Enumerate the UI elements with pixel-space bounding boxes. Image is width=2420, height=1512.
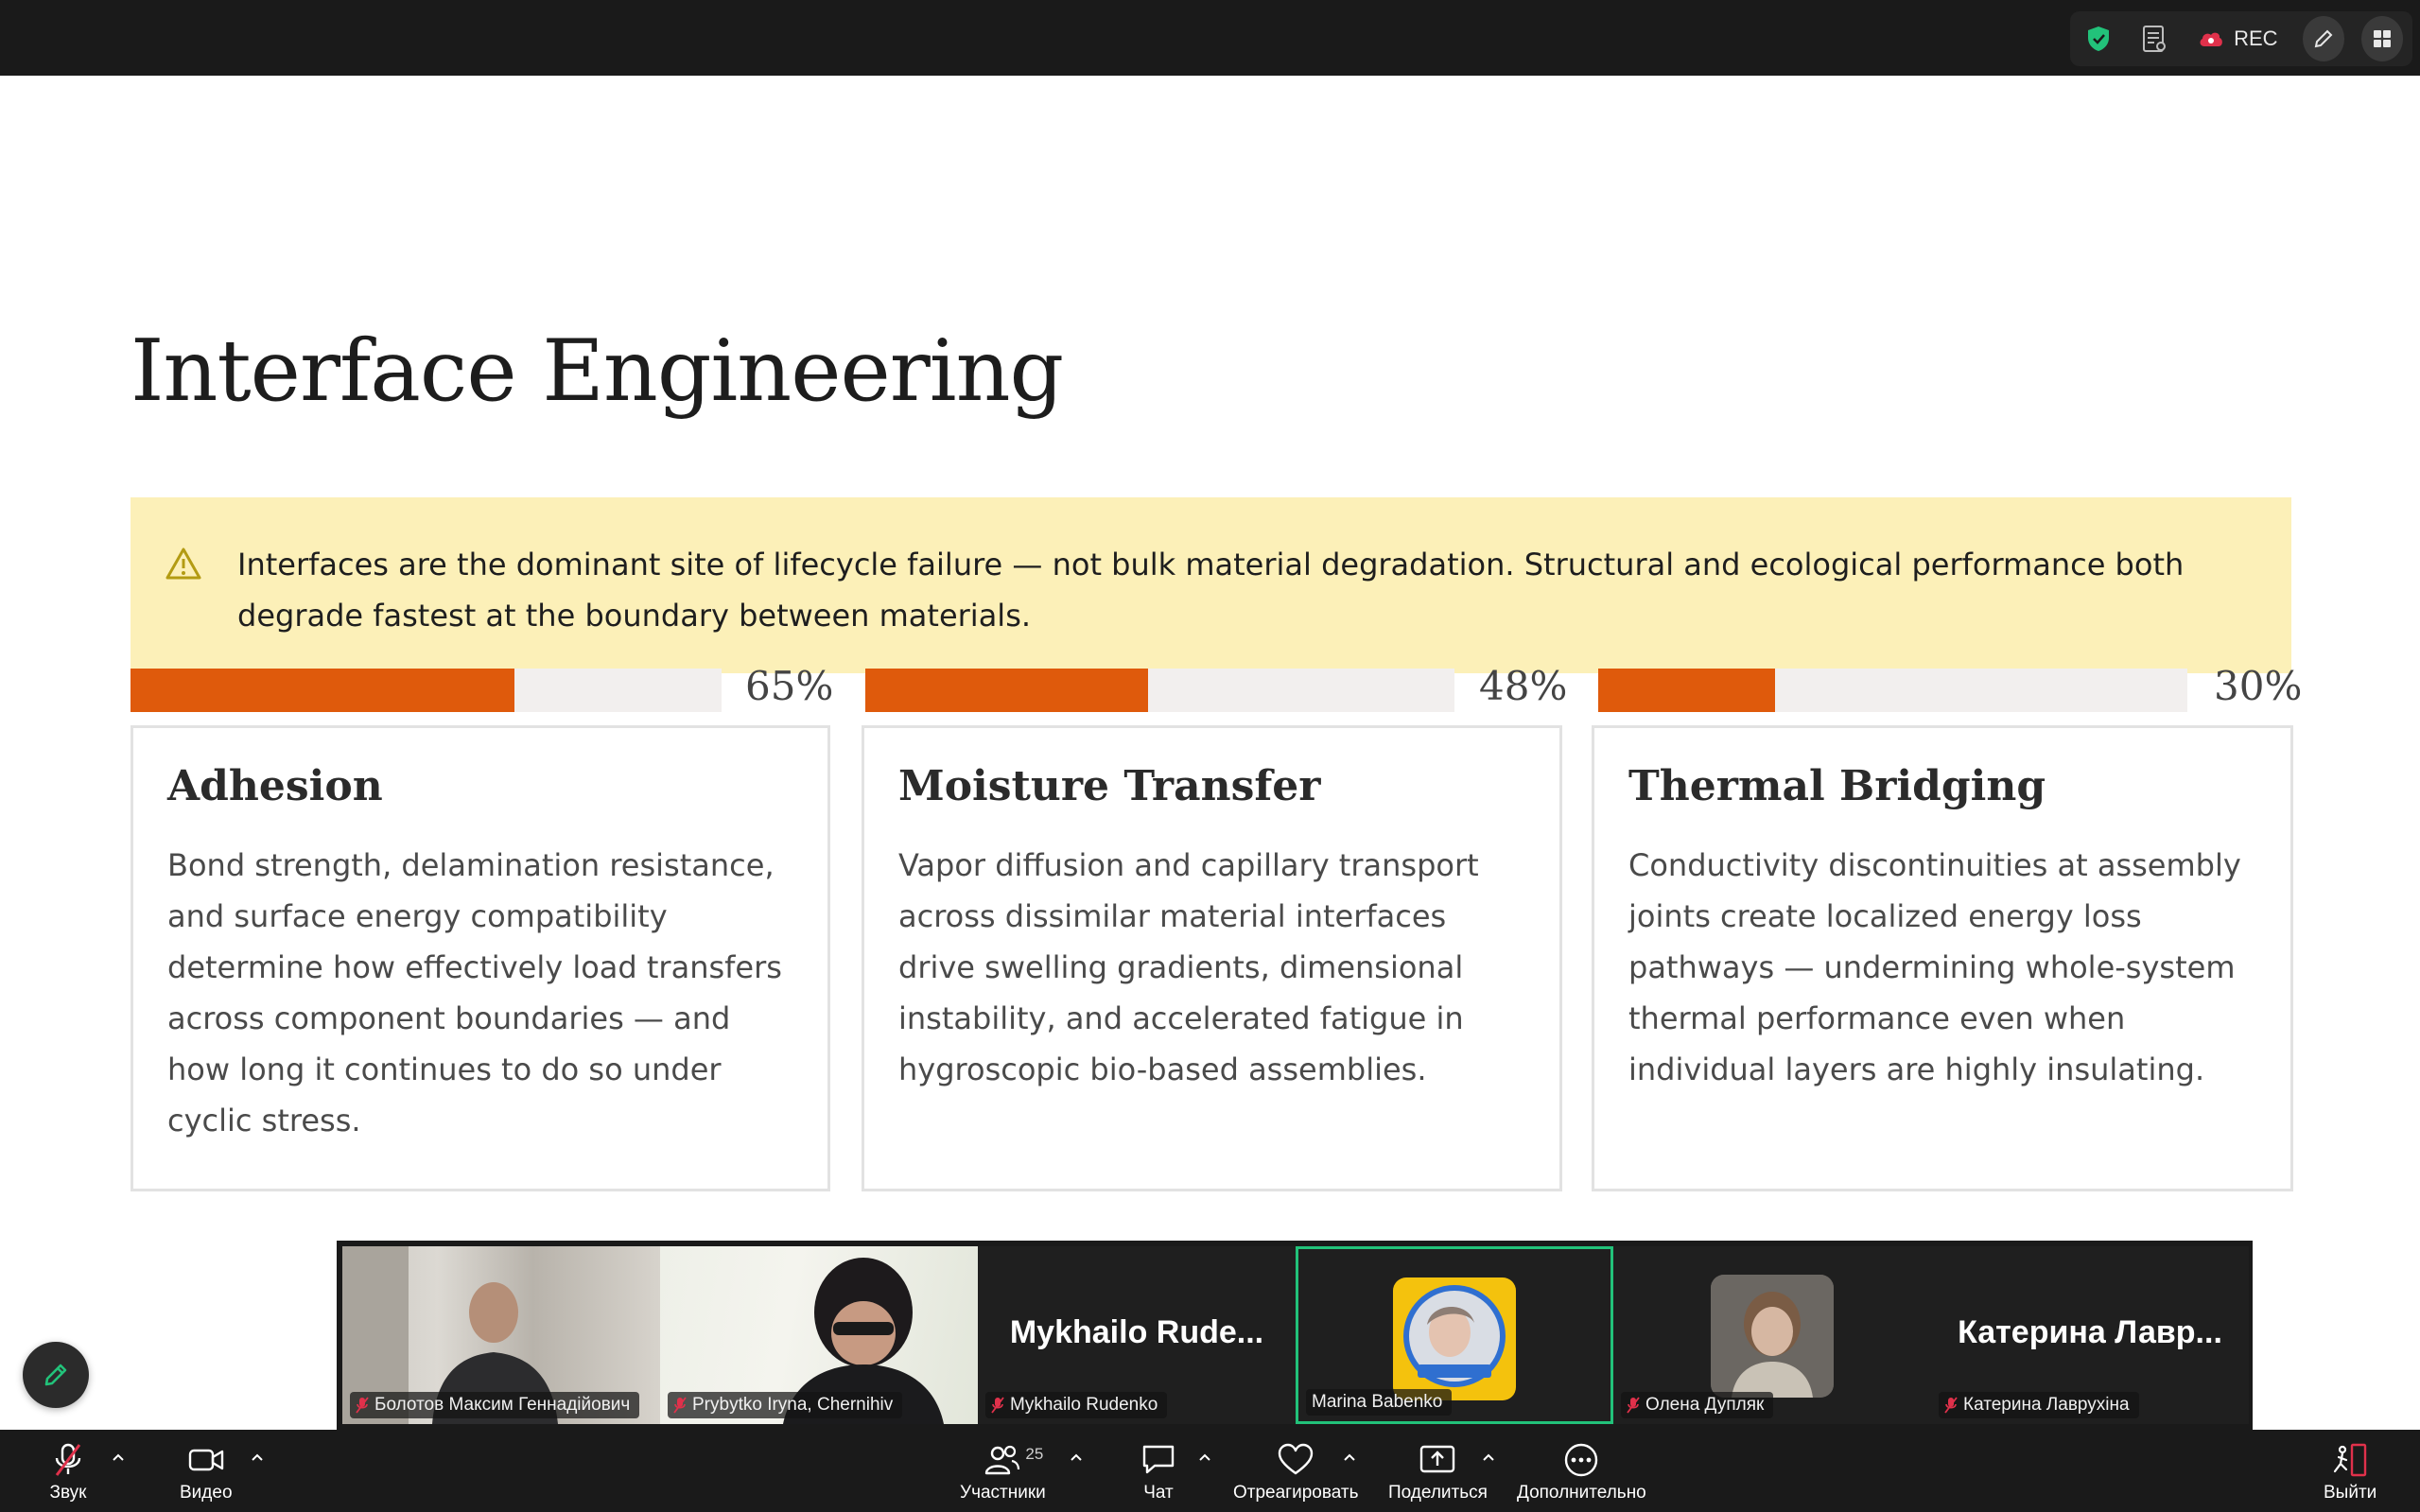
exit-door-icon (2334, 1443, 2367, 1477)
avatar (1711, 1275, 1834, 1398)
pencil-icon (44, 1364, 67, 1386)
card-moisture-transfer: Moisture Transfer Vapor diffusion and ca… (862, 725, 1562, 1191)
card-title: Adhesion (167, 762, 383, 810)
mic-muted-icon (55, 1443, 81, 1476)
participant-strip: Болотов Максим Геннадійович Prybytko Iry… (337, 1241, 2253, 1430)
name-tag: Олена Дупляк (1621, 1392, 1774, 1418)
leave-label: Выйти (2324, 1483, 2377, 1503)
chevron-up-icon[interactable] (251, 1451, 264, 1464)
card-adhesion: Adhesion Bond strength, delamination res… (131, 725, 830, 1191)
participant-name: Prybytko Iryna, Chernihiv (692, 1395, 894, 1415)
name-tag: Marina Babenko (1306, 1389, 1453, 1416)
more-button[interactable]: Дополнительно (1517, 1443, 1646, 1503)
progress-percent: 48% (1479, 663, 1568, 709)
share-label: Поделиться (1388, 1483, 1488, 1503)
participant-tile[interactable]: Болотов Максим Геннадійович (342, 1246, 660, 1424)
card-text: Vapor diffusion and capillary transport … (898, 847, 1479, 1087)
progress-track (865, 669, 1454, 712)
meeting-toolbar: Звук Видео 25 Участники Чат Отреагироват… (0, 1430, 2420, 1512)
audio-button[interactable]: Звук (49, 1443, 87, 1503)
share-screen-icon (1420, 1445, 1455, 1473)
meeting-top-bar: REC (0, 0, 2420, 76)
summary-icon[interactable] (2135, 18, 2174, 60)
participant-name: Катерина Лаврухіна (1963, 1395, 2130, 1415)
slide-title: Interface Engineering (131, 322, 1064, 421)
card-text: Conductivity discontinuities at assembly… (1628, 847, 2241, 1087)
participant-name: Олена Дупляк (1645, 1395, 1765, 1415)
leave-button[interactable]: Выйти (2324, 1443, 2376, 1503)
audio-label: Звук (49, 1483, 87, 1503)
heart-icon (1279, 1443, 1314, 1475)
apps-button[interactable] (2360, 16, 2404, 61)
participant-tile[interactable]: Prybytko Iryna, Chernihiv (660, 1246, 978, 1424)
participant-tile-active-speaker[interactable]: Marina Babenko (1296, 1246, 1613, 1424)
warning-callout: Interfaces are the dominant site of life… (131, 497, 2291, 673)
progress-bar-thermal: 30% (1598, 663, 2302, 712)
chevron-up-icon[interactable] (1343, 1451, 1356, 1464)
video-label: Видео (180, 1483, 233, 1503)
progress-bar-adhesion: 65% (131, 663, 833, 712)
floating-annotate-button[interactable] (23, 1342, 89, 1408)
name-tag: Катерина Лаврухіна (1939, 1392, 2139, 1418)
participant-name: Marina Babenko (1312, 1392, 1443, 1412)
avatar (1393, 1277, 1516, 1400)
react-button[interactable]: Отреагировать (1233, 1443, 1359, 1503)
rec-label: REC (2234, 26, 2278, 50)
progress-percent: 65% (745, 663, 834, 709)
mic-muted-icon (991, 1397, 1004, 1414)
participant-display-name: Катерина Лавр... (1958, 1314, 2222, 1350)
share-button[interactable]: Поделиться (1388, 1443, 1488, 1503)
mic-muted-icon (356, 1397, 369, 1414)
progress-bar-moisture: 48% (865, 663, 1567, 712)
participant-tile[interactable]: Mykhailo Rude... Mykhailo Rudenko (978, 1246, 1296, 1424)
chevron-up-icon[interactable] (1198, 1451, 1211, 1464)
participant-name: Mykhailo Rudenko (1010, 1395, 1158, 1415)
chevron-up-icon[interactable] (112, 1451, 125, 1464)
video-button[interactable]: Видео (180, 1443, 233, 1503)
participant-tile[interactable]: Катерина Лавр... Катерина Лаврухіна (1931, 1246, 2249, 1424)
warning-icon (165, 547, 201, 580)
top-controls: REC (2070, 11, 2412, 66)
chevron-up-icon[interactable] (1070, 1451, 1083, 1464)
react-label: Отреагировать (1233, 1483, 1359, 1503)
mic-muted-icon (673, 1397, 687, 1414)
card-title: Moisture Transfer (898, 762, 1321, 810)
more-dots-icon (1565, 1443, 1598, 1477)
name-tag: Болотов Максим Геннадійович (350, 1392, 640, 1418)
progress-percent: 30% (2214, 663, 2303, 709)
callout-text: Interfaces are the dominant site of life… (237, 547, 2185, 634)
participant-tile[interactable]: Олена Дупляк (1613, 1246, 1931, 1424)
progress-fill (1598, 669, 1775, 712)
mic-muted-icon (1627, 1397, 1640, 1414)
participants-button[interactable]: 25 Участники (960, 1443, 1046, 1503)
participants-label: Участники (960, 1483, 1046, 1503)
shield-icon[interactable] (2080, 18, 2118, 60)
people-icon (985, 1445, 1020, 1475)
chat-bubble-icon (1142, 1445, 1175, 1474)
card-title: Thermal Bridging (1628, 762, 2046, 810)
card-thermal-bridging: Thermal Bridging Conductivity discontinu… (1592, 725, 2293, 1191)
chat-label: Чат (1143, 1483, 1174, 1503)
annotate-button[interactable] (2302, 16, 2344, 61)
progress-fill (131, 669, 515, 712)
more-label: Дополнительно (1517, 1483, 1646, 1503)
mic-muted-icon (1944, 1397, 1958, 1414)
chevron-up-icon[interactable] (1482, 1451, 1495, 1464)
progress-track (1598, 669, 2187, 712)
participant-display-name: Mykhailo Rude... (1009, 1314, 1264, 1350)
participant-count: 25 (1025, 1445, 1044, 1463)
card-text: Bond strength, delamination resistance, … (167, 847, 782, 1138)
progress-fill (865, 669, 1149, 712)
pencil-icon (2314, 29, 2333, 48)
participant-name: Болотов Максим Геннадійович (374, 1395, 631, 1415)
recording-indicator[interactable]: REC (2190, 26, 2285, 51)
cloud-record-icon (2200, 32, 2222, 46)
name-tag: Prybytko Iryna, Chernihiv (668, 1392, 903, 1418)
apps-grid-icon (2373, 30, 2391, 47)
progress-track (131, 669, 722, 712)
video-camera-icon (188, 1449, 223, 1471)
chat-button[interactable]: Чат (1140, 1443, 1177, 1503)
name-tag: Mykhailo Rudenko (985, 1392, 1168, 1418)
